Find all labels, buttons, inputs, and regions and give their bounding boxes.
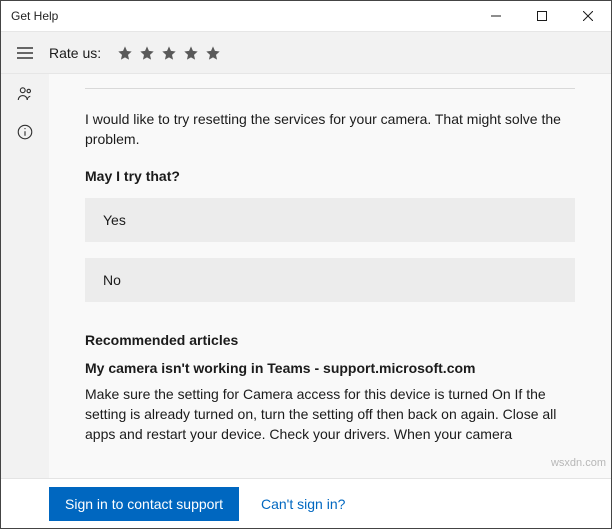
window-title: Get Help bbox=[1, 9, 473, 23]
footer: Sign in to contact support Can't sign in… bbox=[1, 478, 611, 528]
article-title[interactable]: My camera isn't working in Teams - suppo… bbox=[85, 360, 575, 376]
close-button[interactable] bbox=[565, 1, 611, 32]
hamburger-icon bbox=[17, 47, 33, 59]
menu-button[interactable] bbox=[1, 32, 49, 73]
content-area[interactable]: I would like to try resetting the servic… bbox=[49, 74, 611, 478]
option-no-label: No bbox=[103, 272, 121, 288]
rate-star-2[interactable] bbox=[137, 43, 157, 63]
sidebar bbox=[1, 74, 49, 478]
divider bbox=[85, 88, 575, 89]
recommended-heading: Recommended articles bbox=[85, 332, 575, 348]
rate-star-1[interactable] bbox=[115, 43, 135, 63]
title-bar: Get Help bbox=[1, 1, 611, 32]
assistant-message: I would like to try resetting the servic… bbox=[85, 109, 575, 150]
rate-star-4[interactable] bbox=[181, 43, 201, 63]
maximize-button[interactable] bbox=[519, 1, 565, 32]
minimize-button[interactable] bbox=[473, 1, 519, 32]
option-yes-label: Yes bbox=[103, 212, 126, 228]
sign-in-label: Sign in to contact support bbox=[65, 496, 223, 512]
info-icon bbox=[16, 123, 34, 141]
rate-star-3[interactable] bbox=[159, 43, 179, 63]
sidebar-item-contact[interactable] bbox=[15, 84, 35, 104]
body: I would like to try resetting the servic… bbox=[1, 74, 611, 478]
option-no-button[interactable]: No bbox=[85, 258, 575, 302]
people-icon bbox=[16, 85, 34, 103]
rate-star-5[interactable] bbox=[203, 43, 223, 63]
sign-in-button[interactable]: Sign in to contact support bbox=[49, 487, 239, 521]
rate-bar: Rate us: bbox=[1, 32, 611, 74]
article-body: Make sure the setting for Camera access … bbox=[85, 384, 575, 445]
assistant-prompt: May I try that? bbox=[85, 168, 575, 184]
rate-label: Rate us: bbox=[49, 45, 101, 61]
cant-sign-in-label: Can't sign in? bbox=[261, 496, 345, 512]
cant-sign-in-link[interactable]: Can't sign in? bbox=[261, 496, 345, 512]
sidebar-item-info[interactable] bbox=[15, 122, 35, 142]
option-yes-button[interactable]: Yes bbox=[85, 198, 575, 242]
